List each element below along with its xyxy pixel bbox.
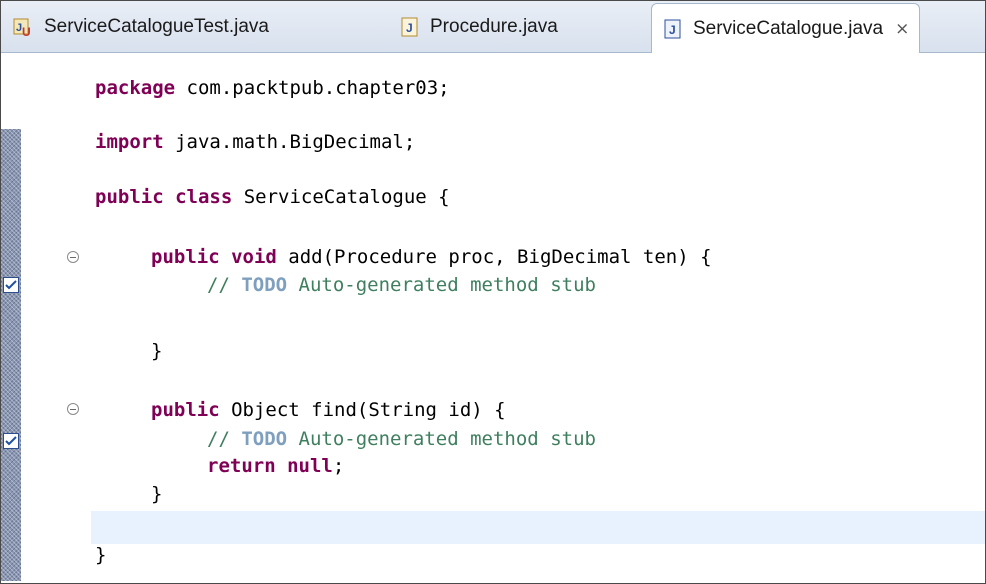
keyword: public class — [95, 186, 233, 208]
java-file-icon: J — [662, 18, 684, 40]
tab-label: Procedure.java — [430, 16, 558, 37]
close-icon[interactable]: ⨯ — [895, 19, 909, 39]
tab-label: ServiceCatalogue.java — [693, 17, 884, 39]
todo-tag: TODO — [241, 428, 288, 450]
code-line: } — [151, 481, 162, 508]
code-line: public class ServiceCatalogue { — [95, 184, 450, 211]
comment: Auto-generated method stub — [287, 274, 596, 296]
code-line: package com.packtpub.chapter03; — [95, 75, 450, 102]
junit-test-file-icon: J U — [13, 16, 35, 38]
code-line: // TODO Auto-generated method stub — [207, 426, 596, 453]
task-marker-icon[interactable] — [3, 277, 19, 293]
fold-collapse-icon[interactable] — [67, 403, 79, 415]
tab-servicecatalogue[interactable]: J ServiceCatalogue.java ⨯ — [651, 3, 921, 53]
svg-text:U: U — [22, 25, 31, 38]
current-line-highlight — [91, 511, 985, 544]
comment: // — [207, 428, 242, 450]
fold-collapse-icon[interactable] — [67, 251, 79, 263]
keyword: import — [95, 131, 164, 153]
code-line: return null; — [207, 453, 344, 480]
code-text: add(Procedure proc, BigDecimal ten) { — [276, 246, 712, 268]
tab-procedure[interactable]: J Procedure.java — [399, 9, 558, 45]
tab-servicecataloguetest[interactable]: J U ServiceCatalogueTest.java — [13, 9, 269, 45]
task-marker-icon[interactable] — [3, 433, 19, 449]
keyword: package — [95, 77, 176, 99]
editor-tab-bar: J U ServiceCatalogueTest.java J Procedur… — [1, 1, 985, 53]
code-line: // TODO Auto-generated method stub — [207, 272, 596, 299]
code-line: public Object find(String id) { — [151, 397, 506, 424]
comment: // — [207, 274, 242, 296]
code-editor[interactable]: package com.packtpub.chapter03; import j… — [95, 1, 712, 566]
keyword: public void — [151, 246, 277, 268]
overview-ruler[interactable] — [1, 129, 21, 581]
comment: Auto-generated method stub — [287, 428, 596, 450]
tab-label: ServiceCatalogueTest.java — [44, 16, 269, 37]
svg-text:J: J — [669, 23, 676, 37]
code-line: import java.math.BigDecimal; — [95, 129, 415, 156]
keyword: public — [151, 399, 220, 421]
code-text: } — [151, 483, 163, 505]
code-text: ; — [332, 455, 345, 477]
code-line: } — [151, 338, 162, 365]
code-line: public void add(Procedure proc, BigDecim… — [151, 244, 712, 271]
keyword: return null — [207, 455, 333, 477]
todo-tag: TODO — [241, 274, 288, 296]
editor-window: J U ServiceCatalogueTest.java J Procedur… — [0, 0, 986, 584]
code-text: java.math.BigDecimal; — [163, 131, 416, 153]
code-text: com.packtpub.chapter03; — [175, 77, 450, 99]
java-file-icon: J — [399, 16, 421, 38]
code-text: } — [95, 544, 107, 566]
svg-text:J: J — [406, 21, 413, 35]
code-line: } — [95, 542, 106, 569]
code-text: ServiceCatalogue { — [232, 186, 450, 208]
code-text: } — [151, 340, 163, 362]
code-text: Object find(String id) { — [219, 399, 506, 421]
